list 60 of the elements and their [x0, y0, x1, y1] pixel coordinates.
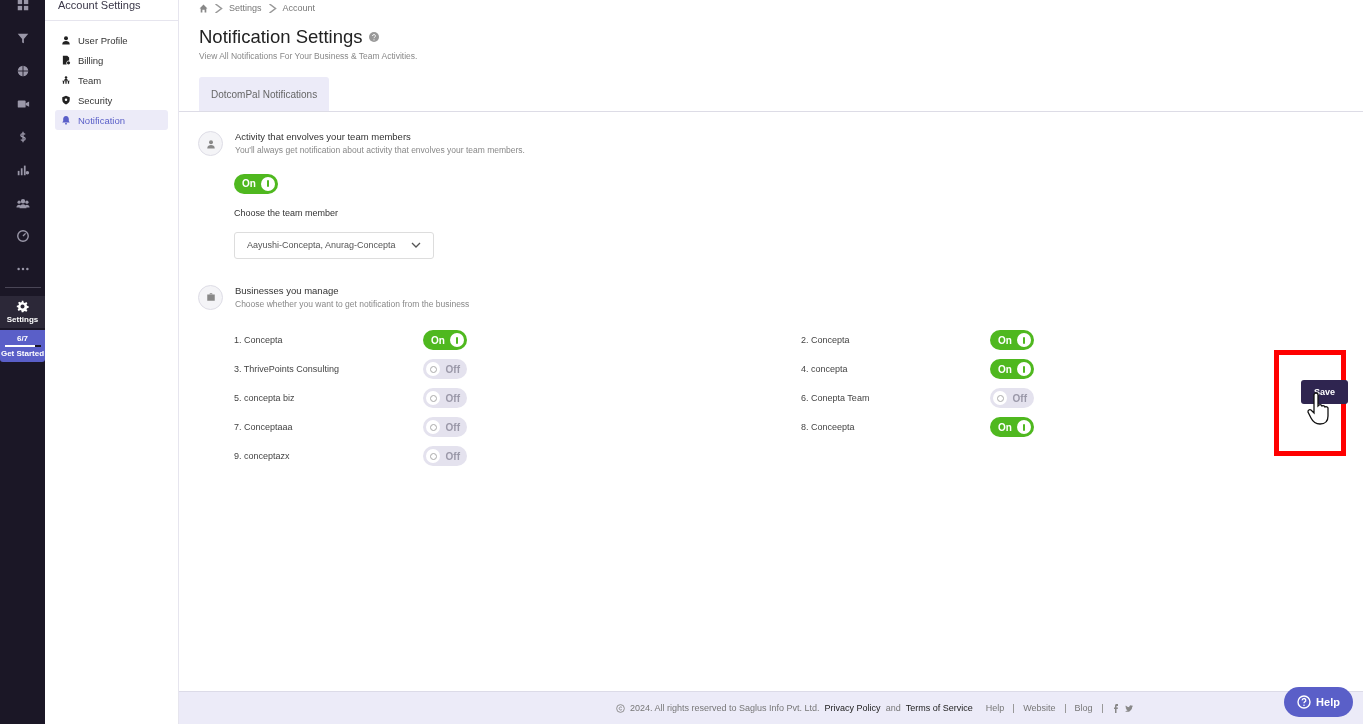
chevron-right-icon — [267, 3, 277, 13]
footer-link[interactable]: Help — [985, 703, 1005, 713]
section-description: Choose whether you want to get notification from the business — [235, 298, 470, 309]
footer-link[interactable]: Blog — [1074, 703, 1093, 713]
toggle-switch[interactable]: On — [423, 330, 467, 351]
chevron-right-icon — [214, 3, 223, 13]
sidebar-item[interactable]: Notification — [55, 110, 168, 130]
chevron-down-icon — [411, 242, 421, 248]
business-name: 9. conceptazx — [234, 451, 291, 461]
tab[interactable]: DotcomPal Notifications — [199, 77, 330, 111]
help-button[interactable]: Help — [1284, 687, 1353, 717]
breadcrumb-link[interactable]: Settings — [229, 3, 262, 13]
page-title: Notification Settings — [199, 26, 363, 48]
gauge-icon[interactable] — [15, 228, 30, 243]
question-icon — [1297, 695, 1312, 709]
privacy-link[interactable]: Privacy Policy — [824, 703, 881, 713]
grid-icon[interactable] — [15, 0, 30, 12]
copyright-icon — [616, 703, 625, 713]
toggle-switch[interactable]: On — [234, 173, 278, 194]
business-name: 3. ThrivePoints Consulting — [234, 364, 340, 374]
sidebar-item[interactable]: Team — [55, 70, 168, 90]
business-name: 8. Conceepta — [801, 422, 856, 432]
copyright-text: 2024. All rights reserved to Saglus Info Pvt. Ltd. — [630, 703, 820, 713]
toggle-switch[interactable]: On — [990, 330, 1034, 351]
team-icon — [61, 75, 71, 85]
business-name: 1. Concepta — [234, 335, 284, 345]
sidebar-item[interactable]: User Profile — [55, 30, 168, 50]
business-name: 6. Conepta Team — [801, 393, 871, 403]
section-title: Activity that envolves your team members — [235, 131, 412, 142]
settings-item[interactable]: Settings — [0, 296, 45, 328]
business-name: 2. Concepta — [801, 335, 851, 345]
twitter-icon[interactable] — [1124, 703, 1133, 713]
home-icon[interactable] — [199, 3, 208, 13]
breadcrumb-link[interactable]: Account — [282, 3, 316, 13]
get-started-button[interactable]: 6/7 Get Started — [0, 330, 45, 362]
user-icon — [198, 131, 223, 156]
member-dropdown[interactable]: Aayushi-Concepta, Anurag-Concepta — [234, 231, 434, 259]
toggle-switch[interactable]: On — [990, 359, 1034, 380]
help-icon[interactable] — [368, 32, 379, 42]
section-description: You'll always get notification about activity that envolves your team members. — [235, 145, 525, 155]
business-name: 4. concepta — [801, 364, 849, 374]
business-name: 7. Conceptaaa — [234, 422, 294, 432]
settings-icon — [16, 300, 29, 313]
toggle-switch[interactable]: On — [990, 417, 1034, 438]
business-name: 5. concepta biz — [234, 393, 296, 403]
globe-icon[interactable] — [15, 63, 30, 78]
field-label: Choose the team member — [234, 207, 340, 218]
sidebar-item[interactable]: Billing — [55, 50, 168, 70]
section-title: Businesses you manage — [235, 284, 340, 296]
user-icon — [61, 35, 71, 45]
sidebar-title: Account Settings — [45, 0, 178, 21]
bell-icon — [61, 115, 71, 125]
page-subtitle: View All Notifications For Your Business & Team Activities. — [199, 51, 419, 61]
billing-icon — [61, 55, 71, 65]
terms-link[interactable]: Terms of Service — [905, 703, 973, 713]
briefcase-icon — [198, 284, 223, 310]
sidebar-item[interactable]: Security — [55, 90, 168, 110]
footer-link[interactable]: Website — [1023, 703, 1056, 713]
footer-text: and — [885, 703, 901, 713]
shield-icon — [61, 95, 71, 105]
